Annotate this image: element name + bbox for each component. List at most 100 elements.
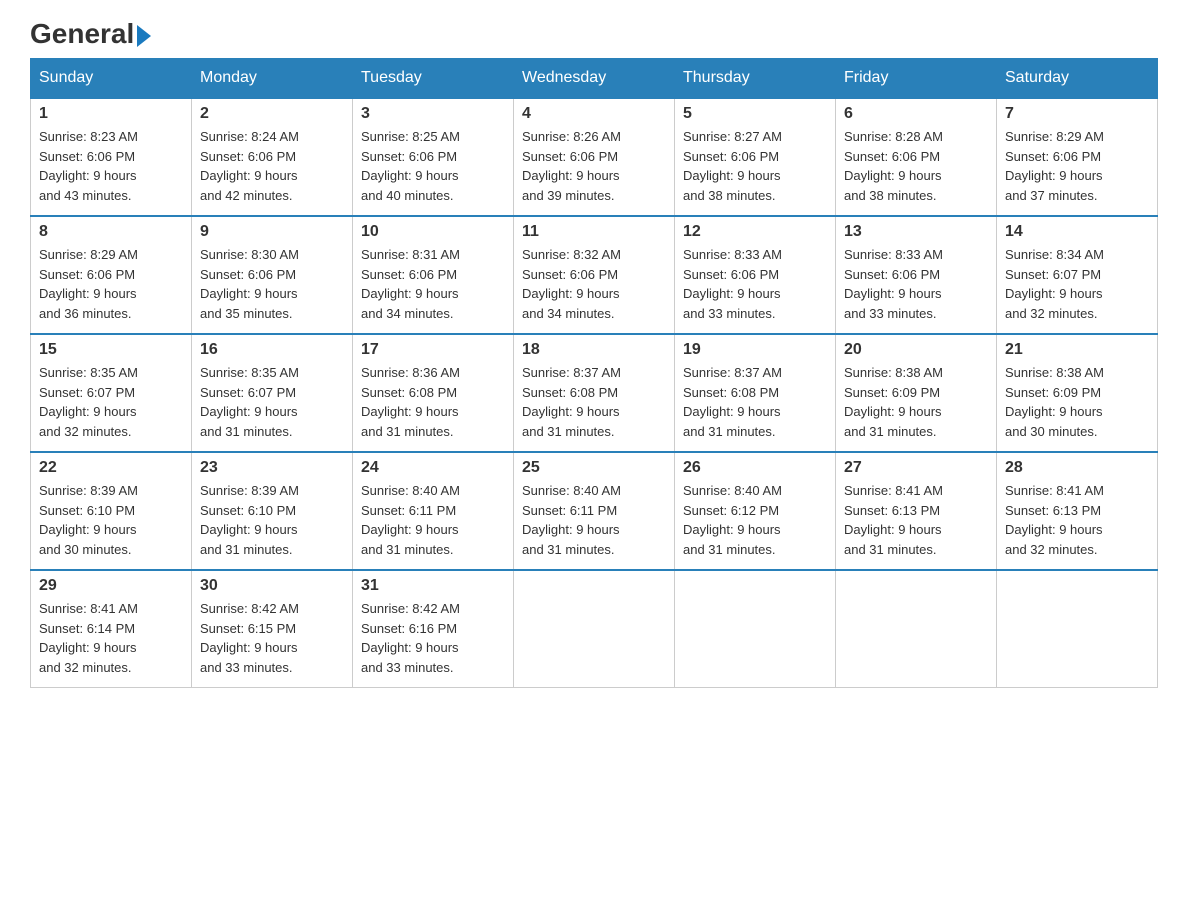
day-cell-8: 8 Sunrise: 8:29 AMSunset: 6:06 PMDaylight…: [31, 216, 192, 334]
day-number: 31: [361, 577, 505, 595]
day-number: 30: [200, 577, 344, 595]
day-cell-19: 19 Sunrise: 8:37 AMSunset: 6:08 PMDayligh…: [675, 334, 836, 452]
day-number: 27: [844, 459, 988, 477]
day-info: Sunrise: 8:29 AMSunset: 6:06 PMDaylight:…: [1005, 127, 1149, 205]
day-number: 28: [1005, 459, 1149, 477]
calendar-header-row: SundayMondayTuesdayWednesdayThursdayFrid…: [31, 59, 1158, 99]
day-number: 8: [39, 223, 183, 241]
logo: General: [30, 20, 151, 48]
week-row-5: 29Sunrise: 8:41 AMSunset: 6:14 PMDayligh…: [31, 570, 1158, 688]
column-header-wednesday: Wednesday: [514, 59, 675, 99]
day-cell-17: 17Sunrise: 8:36 AMSunset: 6:08 PMDayligh…: [353, 334, 514, 452]
day-info: Sunrise: 8:41 AMSunset: 6:14 PMDaylight:…: [39, 599, 183, 677]
day-info: Sunrise: 8:36 AMSunset: 6:08 PMDaylight:…: [361, 363, 505, 441]
logo-line1: General: [30, 20, 151, 48]
day-cell-5: 5 Sunrise: 8:27 AMSunset: 6:06 PMDaylight…: [675, 98, 836, 216]
day-cell-30: 30 Sunrise: 8:42 AMSunset: 6:15 PMDayligh…: [192, 570, 353, 688]
day-number: 9: [200, 223, 344, 241]
day-info: Sunrise: 8:37 AMSunset: 6:08 PMDaylight:…: [683, 363, 827, 441]
day-info: Sunrise: 8:38 AMSunset: 6:09 PMDaylight:…: [1005, 363, 1149, 441]
day-number: 1: [39, 105, 183, 123]
day-cell-7: 7 Sunrise: 8:29 AMSunset: 6:06 PMDaylight…: [997, 98, 1158, 216]
day-cell-28: 28Sunrise: 8:41 AMSunset: 6:13 PMDayligh…: [997, 452, 1158, 570]
day-cell-26: 26 Sunrise: 8:40 AMSunset: 6:12 PMDayligh…: [675, 452, 836, 570]
empty-cell: [997, 570, 1158, 688]
day-cell-3: 3 Sunrise: 8:25 AMSunset: 6:06 PMDaylight…: [353, 98, 514, 216]
day-number: 4: [522, 105, 666, 123]
day-info: Sunrise: 8:39 AMSunset: 6:10 PMDaylight:…: [200, 481, 344, 559]
day-info: Sunrise: 8:42 AMSunset: 6:15 PMDaylight:…: [200, 599, 344, 677]
day-info: Sunrise: 8:42 AMSunset: 6:16 PMDaylight:…: [361, 599, 505, 677]
day-cell-2: 2 Sunrise: 8:24 AMSunset: 6:06 PMDaylight…: [192, 98, 353, 216]
day-info: Sunrise: 8:33 AMSunset: 6:06 PMDaylight:…: [844, 245, 988, 323]
day-info: Sunrise: 8:33 AMSunset: 6:06 PMDaylight:…: [683, 245, 827, 323]
day-cell-21: 21 Sunrise: 8:38 AMSunset: 6:09 PMDayligh…: [997, 334, 1158, 452]
empty-cell: [675, 570, 836, 688]
day-number: 23: [200, 459, 344, 477]
day-number: 24: [361, 459, 505, 477]
day-number: 13: [844, 223, 988, 241]
day-info: Sunrise: 8:23 AMSunset: 6:06 PMDaylight:…: [39, 127, 183, 205]
day-number: 25: [522, 459, 666, 477]
column-header-sunday: Sunday: [31, 59, 192, 99]
calendar-table: SundayMondayTuesdayWednesdayThursdayFrid…: [30, 58, 1158, 688]
day-cell-25: 25 Sunrise: 8:40 AMSunset: 6:11 PMDayligh…: [514, 452, 675, 570]
day-number: 6: [844, 105, 988, 123]
day-number: 19: [683, 341, 827, 359]
day-cell-6: 6 Sunrise: 8:28 AMSunset: 6:06 PMDaylight…: [836, 98, 997, 216]
day-info: Sunrise: 8:41 AMSunset: 6:13 PMDaylight:…: [844, 481, 988, 559]
day-cell-14: 14Sunrise: 8:34 AMSunset: 6:07 PMDayligh…: [997, 216, 1158, 334]
day-info: Sunrise: 8:39 AMSunset: 6:10 PMDaylight:…: [39, 481, 183, 559]
day-info: Sunrise: 8:31 AMSunset: 6:06 PMDaylight:…: [361, 245, 505, 323]
day-info: Sunrise: 8:28 AMSunset: 6:06 PMDaylight:…: [844, 127, 988, 205]
day-cell-12: 12Sunrise: 8:33 AMSunset: 6:06 PMDayligh…: [675, 216, 836, 334]
day-info: Sunrise: 8:35 AMSunset: 6:07 PMDaylight:…: [200, 363, 344, 441]
day-number: 18: [522, 341, 666, 359]
day-number: 20: [844, 341, 988, 359]
day-number: 3: [361, 105, 505, 123]
day-info: Sunrise: 8:30 AMSunset: 6:06 PMDaylight:…: [200, 245, 344, 323]
day-info: Sunrise: 8:26 AMSunset: 6:06 PMDaylight:…: [522, 127, 666, 205]
day-info: Sunrise: 8:35 AMSunset: 6:07 PMDaylight:…: [39, 363, 183, 441]
day-cell-27: 27 Sunrise: 8:41 AMSunset: 6:13 PMDayligh…: [836, 452, 997, 570]
day-cell-22: 22 Sunrise: 8:39 AMSunset: 6:10 PMDayligh…: [31, 452, 192, 570]
day-info: Sunrise: 8:29 AMSunset: 6:06 PMDaylight:…: [39, 245, 183, 323]
day-number: 22: [39, 459, 183, 477]
day-info: Sunrise: 8:40 AMSunset: 6:11 PMDaylight:…: [522, 481, 666, 559]
week-row-1: 1 Sunrise: 8:23 AMSunset: 6:06 PMDaylight…: [31, 98, 1158, 216]
day-number: 7: [1005, 105, 1149, 123]
day-cell-29: 29Sunrise: 8:41 AMSunset: 6:14 PMDayligh…: [31, 570, 192, 688]
day-number: 26: [683, 459, 827, 477]
day-cell-13: 13 Sunrise: 8:33 AMSunset: 6:06 PMDayligh…: [836, 216, 997, 334]
day-info: Sunrise: 8:40 AMSunset: 6:11 PMDaylight:…: [361, 481, 505, 559]
day-number: 11: [522, 223, 666, 241]
day-number: 10: [361, 223, 505, 241]
day-cell-16: 16 Sunrise: 8:35 AMSunset: 6:07 PMDayligh…: [192, 334, 353, 452]
day-info: Sunrise: 8:37 AMSunset: 6:08 PMDaylight:…: [522, 363, 666, 441]
empty-cell: [836, 570, 997, 688]
day-cell-9: 9 Sunrise: 8:30 AMSunset: 6:06 PMDaylight…: [192, 216, 353, 334]
day-number: 2: [200, 105, 344, 123]
day-info: Sunrise: 8:24 AMSunset: 6:06 PMDaylight:…: [200, 127, 344, 205]
day-cell-24: 24 Sunrise: 8:40 AMSunset: 6:11 PMDayligh…: [353, 452, 514, 570]
day-cell-1: 1 Sunrise: 8:23 AMSunset: 6:06 PMDaylight…: [31, 98, 192, 216]
day-cell-20: 20 Sunrise: 8:38 AMSunset: 6:09 PMDayligh…: [836, 334, 997, 452]
column-header-monday: Monday: [192, 59, 353, 99]
column-header-thursday: Thursday: [675, 59, 836, 99]
day-number: 16: [200, 341, 344, 359]
day-info: Sunrise: 8:25 AMSunset: 6:06 PMDaylight:…: [361, 127, 505, 205]
column-header-friday: Friday: [836, 59, 997, 99]
day-cell-10: 10 Sunrise: 8:31 AMSunset: 6:06 PMDayligh…: [353, 216, 514, 334]
day-cell-15: 15Sunrise: 8:35 AMSunset: 6:07 PMDayligh…: [31, 334, 192, 452]
column-header-tuesday: Tuesday: [353, 59, 514, 99]
week-row-4: 22 Sunrise: 8:39 AMSunset: 6:10 PMDayligh…: [31, 452, 1158, 570]
day-info: Sunrise: 8:40 AMSunset: 6:12 PMDaylight:…: [683, 481, 827, 559]
week-row-2: 8 Sunrise: 8:29 AMSunset: 6:06 PMDaylight…: [31, 216, 1158, 334]
day-info: Sunrise: 8:38 AMSunset: 6:09 PMDaylight:…: [844, 363, 988, 441]
day-cell-4: 4 Sunrise: 8:26 AMSunset: 6:06 PMDaylight…: [514, 98, 675, 216]
empty-cell: [514, 570, 675, 688]
day-number: 5: [683, 105, 827, 123]
day-number: 21: [1005, 341, 1149, 359]
day-number: 14: [1005, 223, 1149, 241]
day-info: Sunrise: 8:27 AMSunset: 6:06 PMDaylight:…: [683, 127, 827, 205]
